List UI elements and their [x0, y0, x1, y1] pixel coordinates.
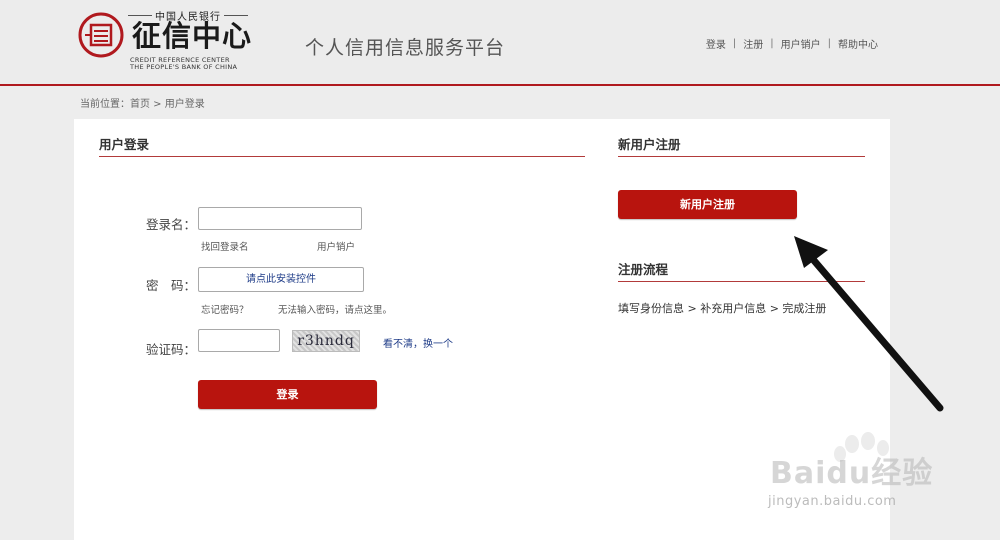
nav-separator: |	[827, 38, 831, 49]
captcha-input[interactable]	[198, 329, 280, 352]
cannot-input-password-link[interactable]: 无法输入密码，请点这里。	[278, 302, 392, 316]
login-section-title: 用户登录	[99, 137, 150, 152]
logo-english-line-2: THE PEOPLE'S BANK OF CHINA	[130, 63, 238, 71]
top-nav: 登录 | 注册 | 用户销户 | 帮助中心	[706, 36, 878, 51]
nav-help-link[interactable]: 帮助中心	[838, 36, 878, 51]
username-label: 登录名：	[145, 217, 196, 232]
register-section-title: 新用户注册	[618, 137, 681, 152]
captcha-image[interactable]: r3hndq	[292, 330, 360, 352]
annotation-arrow-icon	[794, 236, 944, 412]
site-header: 中国人民银行 征信中心 CREDIT REFERENCE CENTER THE …	[0, 0, 1000, 84]
credit-center-seal-icon	[78, 12, 124, 58]
header-divider	[0, 84, 1000, 86]
cancel-account-link[interactable]: 用户销户	[317, 239, 355, 253]
login-button[interactable]: 登录	[198, 380, 377, 409]
nav-register-link[interactable]: 注册	[743, 36, 763, 51]
breadcrumb: 当前位置：首页 > 用户登录	[80, 99, 205, 110]
refresh-captcha-link[interactable]: 看不清，换一个	[383, 335, 453, 350]
username-input[interactable]	[198, 207, 362, 230]
register-flow-title: 注册流程	[618, 262, 669, 277]
nav-separator: |	[770, 38, 774, 49]
install-control-button[interactable]: 请点此安装控件	[198, 267, 364, 292]
login-section-rule	[99, 156, 585, 157]
nav-cancel-account-link[interactable]: 用户销户	[781, 36, 821, 51]
captcha-label: 验证码：	[145, 342, 196, 357]
password-label: 密 码：	[145, 278, 196, 293]
logo-title: 征信中心	[132, 19, 253, 53]
platform-title: 个人信用信息服务平台	[305, 37, 506, 59]
baidu-watermark-text: Baidu经验	[770, 456, 934, 491]
nav-separator: |	[732, 38, 737, 49]
forgot-password-link[interactable]: 忘记密码？	[201, 302, 249, 316]
register-section-rule	[618, 156, 865, 157]
nav-login-link[interactable]: 登录	[706, 36, 726, 51]
find-username-link[interactable]: 找回登录名	[201, 239, 249, 253]
new-user-register-button[interactable]: 新用户注册	[618, 190, 797, 219]
baidu-watermark-url: jingyan.baidu.com	[768, 494, 897, 509]
